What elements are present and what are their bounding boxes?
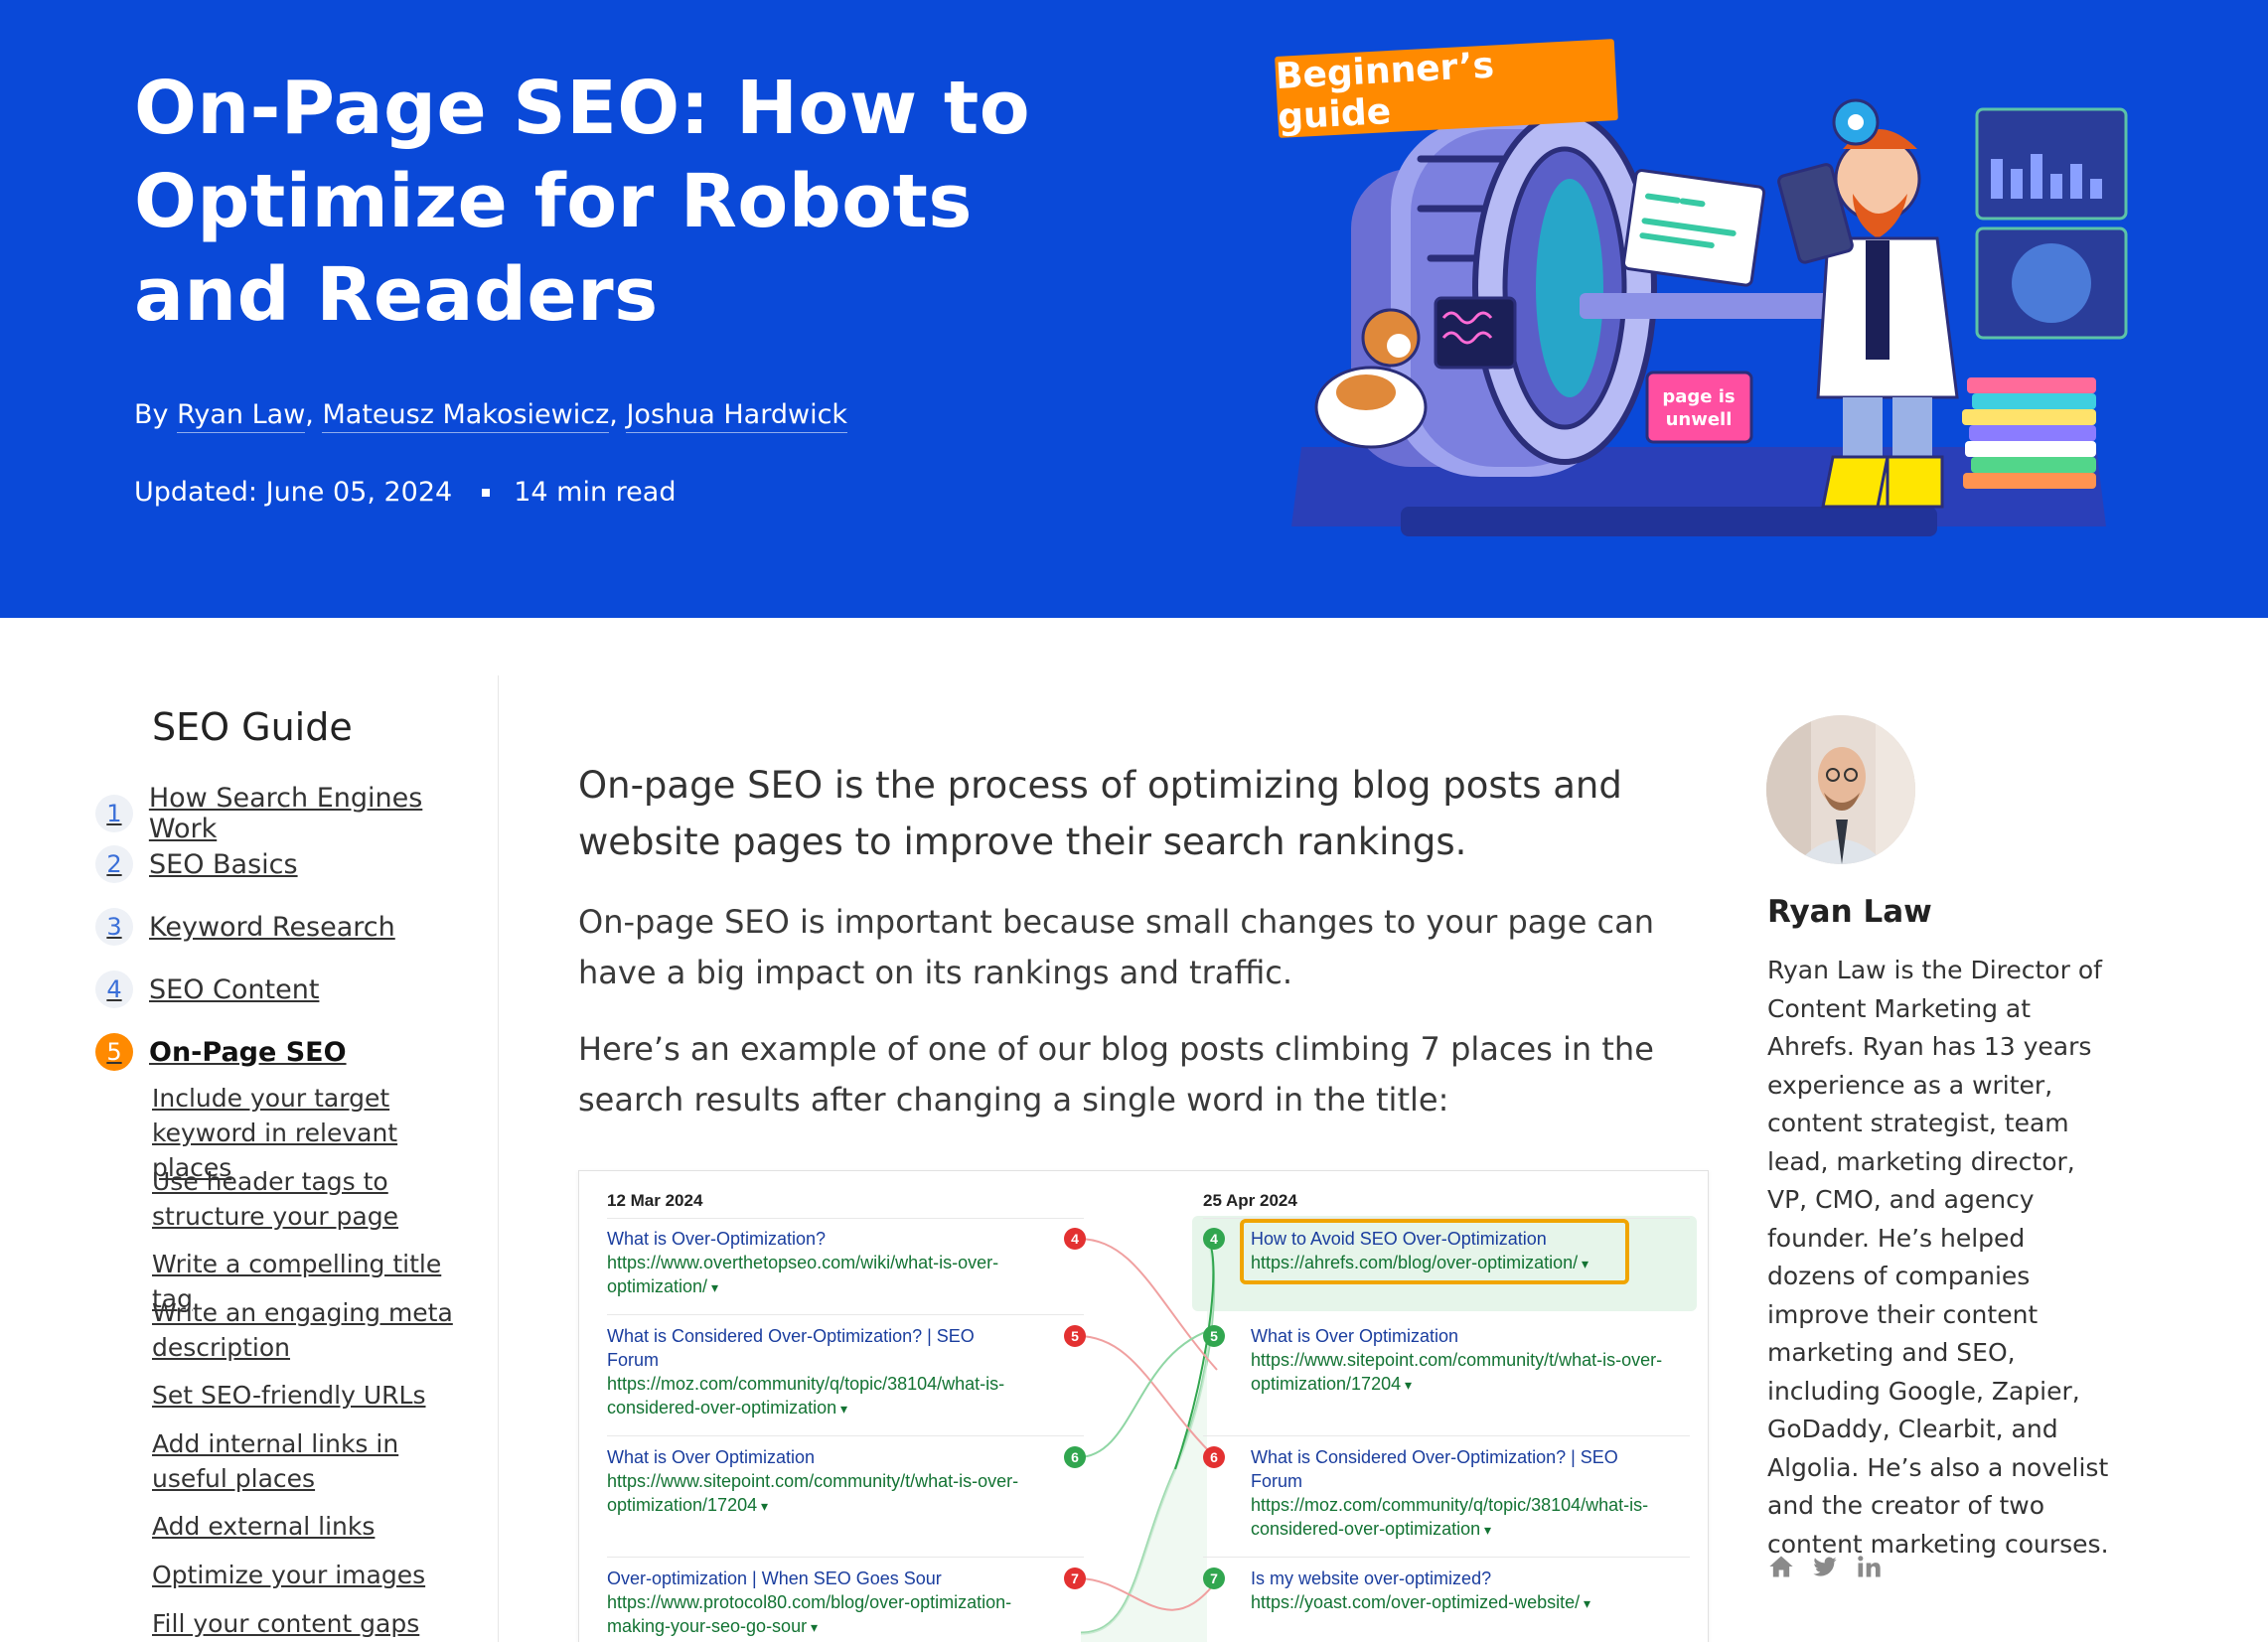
serp-divider (1203, 1435, 1690, 1436)
result-title[interactable]: Is my website over-optimized? (1251, 1567, 1668, 1590)
serp-right-result-5[interactable]: What is Over Optimization https://www.si… (1251, 1324, 1668, 1397)
updated-date: Updated: June 05, 2024 (134, 477, 453, 508)
result-title[interactable]: What is Considered Over-Optimization? | … (1251, 1445, 1668, 1493)
byline-prefix: By (134, 399, 169, 430)
result-title[interactable]: What is Considered Over-Optimization? | … (607, 1324, 1024, 1372)
result-title[interactable]: What is Over-Optimization? (607, 1227, 1024, 1251)
toc-label: SEO Content (149, 973, 320, 1005)
serp-divider (1203, 1218, 1690, 1219)
serp-divider (1203, 1557, 1690, 1558)
serp-left-result-5[interactable]: What is Considered Over-Optimization? | … (607, 1324, 1024, 1420)
rank-badge: 4 (1064, 1228, 1086, 1250)
avatar-image (1766, 715, 1915, 864)
toc-number: 4 (95, 970, 133, 1008)
serp-right-result-4[interactable]: How to Avoid SEO Over-Optimization https… (1251, 1227, 1618, 1275)
author-name[interactable]: Ryan Law (1767, 894, 1932, 930)
read-time: 14 min read (514, 477, 677, 508)
toc-number: 3 (95, 908, 133, 946)
rank-badge: 7 (1064, 1567, 1086, 1589)
author-bio: Ryan Law is the Director of Content Mark… (1767, 956, 2109, 1559)
sidebar-title: SEO Guide (152, 705, 353, 749)
illustration-sign-line-1: page is (1662, 386, 1735, 407)
toc-item-keyword-research[interactable]: 3 Keyword Research (95, 908, 395, 946)
author-avatar (1766, 715, 1915, 864)
toc-subitem-seo-friendly-urls[interactable]: Set SEO-friendly URLs (152, 1378, 480, 1413)
toc-label: On-Page SEO (149, 1036, 347, 1068)
toc-label: SEO Basics (149, 848, 298, 880)
result-title[interactable]: What is Over Optimization (607, 1445, 1024, 1469)
toc-label: How Search Engines Work (148, 783, 423, 844)
author-link-joshua-hardwick[interactable]: Joshua Hardwick (626, 399, 848, 433)
toc-subitem-internal-links[interactable]: Add internal links in useful places (152, 1426, 480, 1496)
toc-subitem-external-links[interactable]: Add external links (152, 1509, 480, 1544)
author-social-links (1767, 1553, 1883, 1580)
serp-comparison-figure: 12 Mar 2024 25 Apr 2024 What is Over-Opt… (578, 1170, 1709, 1642)
result-url: https://moz.com/community/q/topic/38104/… (607, 1372, 1024, 1420)
article-meta: Updated: June 05, 2024 14 min read (134, 477, 676, 508)
rank-badge: 7 (1203, 1567, 1225, 1589)
rank-badge: 4 (1203, 1228, 1225, 1250)
serp-divider (607, 1314, 1084, 1315)
article-paragraph-2: Here’s an example of one of our blog pos… (578, 1030, 1654, 1119)
serp-left-result-4[interactable]: What is Over-Optimization? https://www.o… (607, 1227, 1024, 1299)
toc-number: 5 (95, 1033, 133, 1071)
result-url: https://yoast.com/over-optimized-website… (1251, 1590, 1668, 1615)
toc-item-on-page-seo[interactable]: 5 On-Page SEO (95, 1033, 347, 1071)
toc-number: 2 (95, 845, 133, 883)
rank-badge: 6 (1203, 1446, 1225, 1468)
result-url: https://www.overthetopseo.com/wiki/what-… (607, 1251, 1024, 1299)
toc-subitem-optimize-images[interactable]: Optimize your images (152, 1558, 480, 1592)
illustration-sign-line-2: unwell (1666, 409, 1733, 430)
meta-separator (482, 488, 491, 497)
linkedin-icon[interactable] (1855, 1553, 1883, 1580)
serp-divider (607, 1557, 1084, 1558)
article-lead: On-page SEO is the process of optimizing… (578, 764, 1622, 863)
toc-subitem-meta-description[interactable]: Write an engaging meta description (152, 1295, 480, 1365)
serp-divider (607, 1435, 1084, 1436)
rank-badge: 5 (1064, 1325, 1086, 1347)
rank-badge: 6 (1064, 1446, 1086, 1468)
twitter-icon[interactable] (1811, 1553, 1839, 1580)
hero-banner: On-Page SEO: How to Optimize for Robots … (0, 0, 2268, 618)
toc-subitem-content-gaps[interactable]: Fill your content gaps (152, 1606, 480, 1641)
home-icon[interactable] (1767, 1553, 1795, 1580)
serp-right-date: 25 Apr 2024 (1203, 1191, 1297, 1210)
serp-left-result-6[interactable]: What is Over Optimization https://www.si… (607, 1445, 1024, 1518)
toc-item-how-search-engines-work[interactable]: 1 How Search Engines Work (95, 783, 498, 844)
result-url: https://ahrefs.com/blog/over-optimizatio… (1251, 1251, 1618, 1275)
result-url: https://moz.com/community/q/topic/38104/… (1251, 1493, 1668, 1542)
toc-number: 1 (95, 795, 133, 832)
article-paragraph-1: On-page SEO is important because small c… (578, 903, 1655, 991)
rank-badge: 5 (1203, 1325, 1225, 1347)
serp-right-result-7[interactable]: Is my website over-optimized? https://yo… (1251, 1567, 1668, 1615)
result-title[interactable]: How to Avoid SEO Over-Optimization (1251, 1227, 1618, 1251)
result-title[interactable]: What is Over Optimization (1251, 1324, 1668, 1348)
toc-item-seo-basics[interactable]: 2 SEO Basics (95, 845, 298, 883)
author-link-mateusz-makosiewicz[interactable]: Mateusz Makosiewicz (322, 399, 610, 433)
guide-sidebar: SEO Guide 1 How Search Engines Work 2 SE… (0, 675, 499, 1642)
result-url: https://www.sitepoint.com/community/t/wh… (607, 1469, 1024, 1518)
result-url: https://www.protocol80.com/blog/over-opt… (607, 1590, 1024, 1639)
author-byline: By Ryan Law, Mateusz Makosiewicz, Joshua… (134, 399, 848, 433)
toc-subitem-header-tags[interactable]: Use header tags to structure your page (152, 1164, 480, 1234)
serp-left-date: 12 Mar 2024 (607, 1191, 703, 1210)
serp-right-result-6[interactable]: What is Considered Over-Optimization? | … (1251, 1445, 1668, 1542)
toc-label: Keyword Research (149, 911, 395, 943)
toc-item-seo-content[interactable]: 4 SEO Content (95, 970, 319, 1008)
author-link-ryan-law[interactable]: Ryan Law (177, 399, 306, 433)
serp-left-result-7[interactable]: Over-optimization | When SEO Goes Sour h… (607, 1567, 1024, 1639)
result-url: https://www.sitepoint.com/community/t/wh… (1251, 1348, 1668, 1397)
result-title[interactable]: Over-optimization | When SEO Goes Sour (607, 1567, 1024, 1590)
serp-divider (607, 1218, 1084, 1219)
page-title: On-Page SEO: How to Optimize for Robots … (134, 66, 1031, 338)
